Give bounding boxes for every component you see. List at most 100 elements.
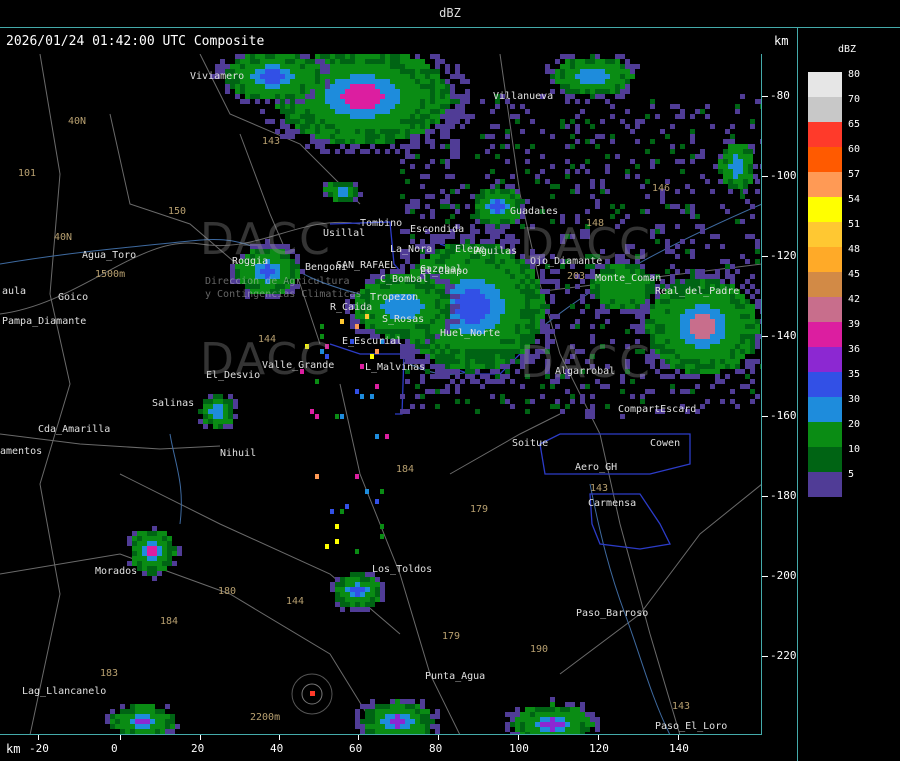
echo-pixel (670, 299, 675, 304)
echo-pixel (450, 279, 455, 284)
echo-pixel (535, 314, 540, 319)
echo-pixel (590, 722, 595, 727)
echo-pixel (725, 274, 730, 279)
echo-pixel (630, 74, 635, 79)
echo-pixel (425, 324, 430, 329)
echo-pixel (755, 189, 760, 194)
echo-pixel (733, 169, 738, 174)
echo-pixel (565, 712, 570, 717)
echo-pixel (510, 339, 515, 344)
radar-canvas[interactable]: ViviameroVillanuevaTombinoUsillal Escondi… (0, 54, 762, 735)
echo-pixel (500, 309, 505, 314)
echo-pixel (360, 134, 365, 139)
echo-pixel (605, 319, 610, 324)
legend-level-label: 30 (848, 394, 861, 405)
echo-pixel (535, 319, 540, 324)
legend-level-label: 48 (848, 244, 861, 255)
echo-pixel (445, 129, 450, 134)
echo-pixel (710, 329, 715, 334)
legend-level-label: 5 (848, 469, 855, 480)
echo-pixel (400, 394, 405, 399)
x-axis-unit: km (6, 742, 21, 756)
echo-pixel (162, 541, 167, 546)
echo-pixel (748, 159, 753, 164)
echo-pixel (640, 314, 645, 319)
echo-pixel (565, 54, 570, 59)
echo-pixel (660, 129, 665, 134)
echo-pixel (390, 304, 395, 309)
echo-pixel (415, 59, 420, 64)
echo-pixel (585, 139, 590, 144)
echo-pixel (555, 717, 560, 722)
echo-pixel (355, 582, 360, 587)
echo-pixel (620, 89, 625, 94)
echo-pixel (218, 409, 223, 414)
echo-pixel (410, 84, 415, 89)
echo-pixel (680, 209, 685, 214)
echo-pixel (125, 719, 130, 724)
echo-pixel (700, 404, 705, 409)
echo-pixel (255, 54, 260, 59)
echo-pixel (748, 174, 753, 179)
echo-pixel (505, 309, 510, 314)
echo-pixel (738, 159, 743, 164)
echo-pixel (675, 254, 680, 259)
echo-pixel (203, 419, 208, 424)
echo-pixel (225, 89, 230, 94)
echo-pixel (142, 561, 147, 566)
echo-pixel (525, 279, 530, 284)
echo-pixel (315, 109, 320, 114)
echo-pixel (370, 319, 375, 324)
echo-pixel (550, 702, 555, 707)
echo-pixel (650, 329, 655, 334)
echo-pixel (365, 284, 370, 289)
echo-pixel (570, 64, 575, 69)
echo-pixel (470, 269, 475, 274)
echo-pixel (505, 369, 510, 374)
echo-pixel (445, 109, 450, 114)
echo-pixel (355, 59, 360, 64)
echo-pixel (162, 536, 167, 541)
echo-pixel (590, 54, 595, 59)
echo-pixel (575, 139, 580, 144)
echo-pixel (440, 284, 445, 289)
echo-pixel (475, 219, 480, 224)
echo-pixel (340, 597, 345, 602)
echo-pixel (395, 64, 400, 69)
echo-pixel (265, 89, 270, 94)
echo-pixel (515, 274, 520, 279)
echo-pixel (675, 339, 680, 344)
echo-pixel (233, 399, 238, 404)
echo-pixel (685, 349, 690, 354)
echo-pixel (730, 304, 735, 309)
echo-pixel (675, 334, 680, 339)
echo-pixel (335, 124, 340, 129)
echo-pixel (435, 99, 440, 104)
echo-pixel (228, 394, 233, 399)
echo-pixel (455, 309, 460, 314)
echo-pixel (525, 169, 530, 174)
echo-pixel (370, 324, 375, 329)
echo-pixel (565, 404, 570, 409)
echo-pixel (485, 309, 490, 314)
radar-map[interactable]: Viviamero Villanueva Tombino Usillal Escondi… (0, 54, 762, 735)
echo-pixel (420, 709, 425, 714)
echo-pixel (715, 279, 720, 284)
echo-pixel (365, 572, 370, 577)
echo-pixel (665, 349, 670, 354)
echo-pixel (335, 109, 340, 114)
echo-pixel (500, 219, 505, 224)
echo-pixel (360, 89, 365, 94)
echo-pixel (540, 154, 545, 159)
echo-pixel (625, 284, 630, 289)
echo-pixel (545, 329, 550, 334)
echo-pixel (720, 399, 725, 404)
echo-pixel (480, 194, 485, 199)
echo-pixel (240, 84, 245, 89)
echo-pixel (720, 364, 725, 369)
echo-pixel (315, 89, 320, 94)
echo-pixel (680, 169, 685, 174)
echo-pixel (228, 414, 233, 419)
echo-pixel (375, 324, 380, 329)
echo-pixel (525, 732, 530, 734)
